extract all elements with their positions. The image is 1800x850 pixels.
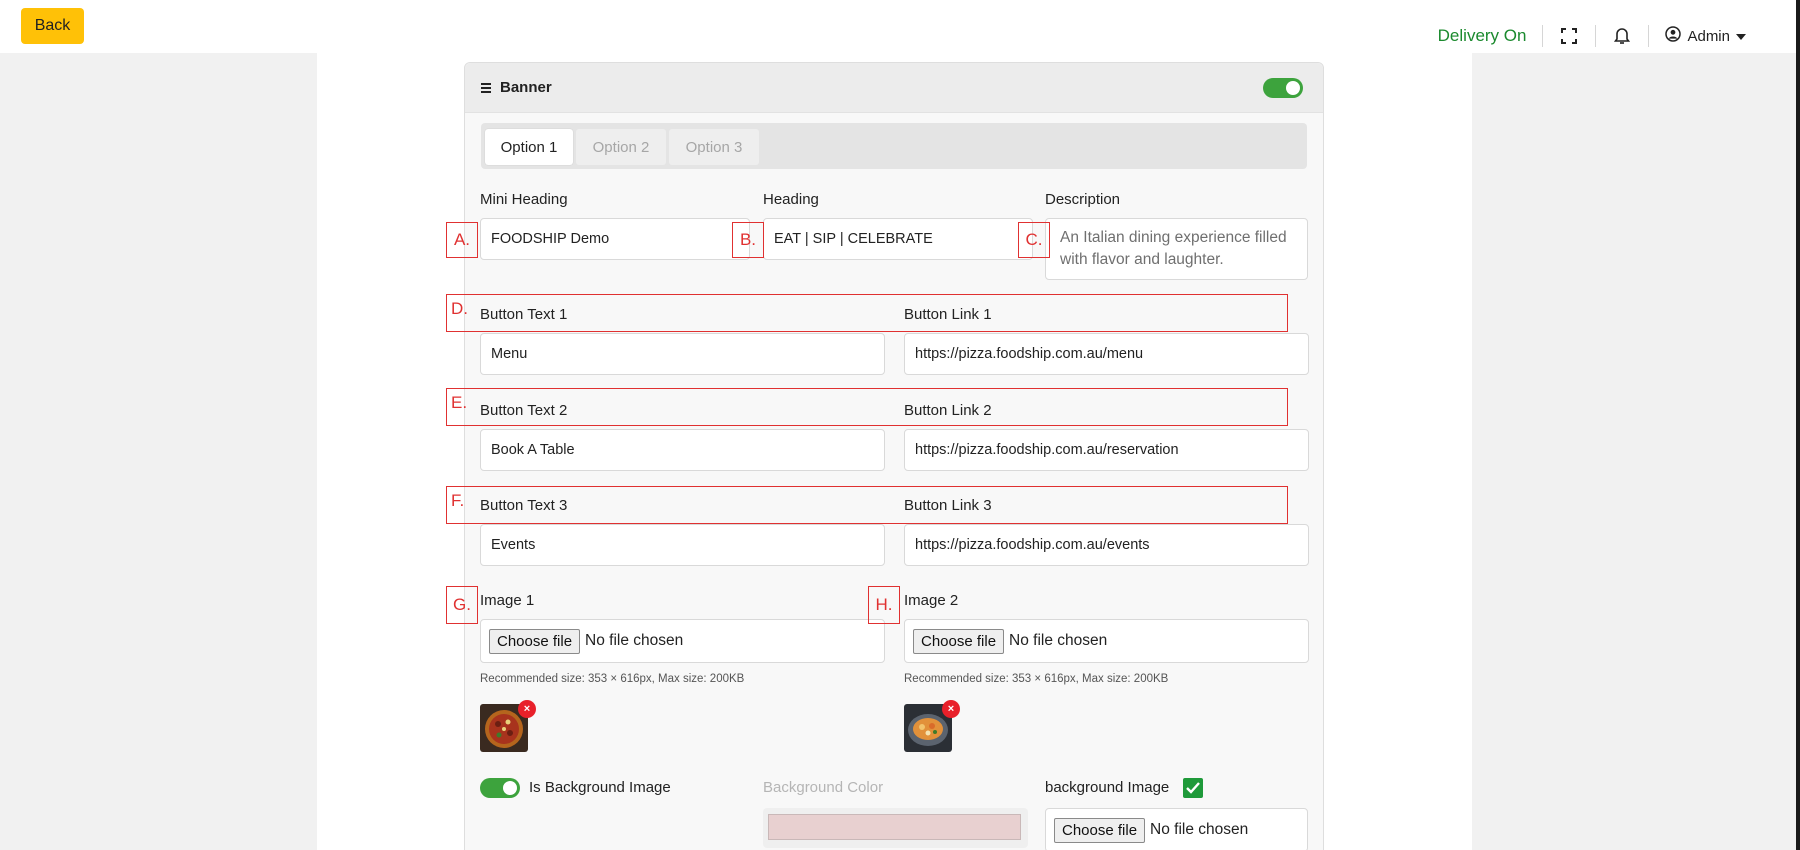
background-image-file-input[interactable]: Choose file No file chosen xyxy=(1045,808,1308,850)
background-image-status: No file chosen xyxy=(1150,821,1249,838)
background-image-label: background Image xyxy=(1045,779,1170,796)
annotation-g: G. xyxy=(446,586,478,624)
image-2-label: Image 2 xyxy=(904,592,959,609)
option-tabs: Option 1 Option 2 Option 3 xyxy=(481,123,1307,169)
image-1-choose-button[interactable]: Choose file xyxy=(489,628,581,654)
menu-icon xyxy=(481,81,491,95)
delivery-status[interactable]: Delivery On xyxy=(1438,26,1527,46)
image-1-file-input[interactable]: Choose file No file chosen xyxy=(480,619,885,663)
top-nav: Delivery On Admin xyxy=(1438,24,1746,48)
heading-input[interactable]: EAT | SIP | CELEBRATE xyxy=(763,218,1033,260)
image-2-remove-button[interactable]: × xyxy=(942,700,960,718)
banner-enable-toggle[interactable] xyxy=(1263,78,1303,98)
is-background-image-label: Is Background Image xyxy=(529,779,671,796)
window-edge xyxy=(1796,0,1800,850)
divider xyxy=(1648,25,1650,47)
mini-heading-input[interactable]: FOODSHIP Demo xyxy=(480,218,750,260)
background-color-field xyxy=(763,808,1028,848)
button-link-3-input[interactable]: https://pizza.foodship.com.au/events xyxy=(904,524,1309,566)
button-link-2-input[interactable]: https://pizza.foodship.com.au/reservatio… xyxy=(904,429,1309,471)
bell-icon[interactable] xyxy=(1612,26,1632,46)
divider xyxy=(1595,25,1597,47)
annotation-b: B. xyxy=(732,222,764,258)
card-title: Banner xyxy=(481,79,552,96)
button-link-1-input[interactable]: https://pizza.foodship.com.au/menu xyxy=(904,333,1309,375)
tab-option-2[interactable]: Option 2 xyxy=(576,129,666,165)
admin-label: Admin xyxy=(1687,27,1730,45)
image-1-hint: Recommended size: 353 × 616px, Max size:… xyxy=(480,673,745,685)
mini-heading-label: Mini Heading xyxy=(480,191,568,208)
annotation-f-box: F. xyxy=(446,486,1288,524)
button-text-2-input[interactable]: Book A Table xyxy=(480,429,885,471)
description-textarea[interactable]: An Italian dining experience filled with… xyxy=(1045,218,1308,280)
annotation-e-box: E. xyxy=(446,388,1288,426)
user-circle-icon xyxy=(1665,26,1682,46)
caret-down-icon xyxy=(1736,28,1746,45)
left-panel xyxy=(0,53,317,850)
button-text-3-input[interactable]: Events xyxy=(480,524,885,566)
annotation-h: H. xyxy=(868,586,900,624)
right-panel xyxy=(1472,53,1800,850)
annotation-c: C. xyxy=(1018,222,1050,258)
annotation-e: E. xyxy=(451,393,468,412)
back-button[interactable]: Back xyxy=(21,8,84,44)
background-image-choose-button[interactable]: Choose file xyxy=(1054,817,1146,843)
is-background-image-toggle[interactable] xyxy=(480,778,520,798)
image-2-file-input[interactable]: Choose file No file chosen xyxy=(904,619,1309,663)
image-1-remove-button[interactable]: × xyxy=(518,700,536,718)
page: Back Delivery On Admin Banner Option 1 O… xyxy=(0,0,1800,850)
image-2-status: No file chosen xyxy=(1009,632,1108,649)
background-image-checkbox[interactable] xyxy=(1183,778,1203,798)
annotation-f: F. xyxy=(451,491,465,510)
background-color-label: Background Color xyxy=(763,779,884,796)
image-1-label: Image 1 xyxy=(480,592,535,609)
divider xyxy=(1542,25,1544,47)
fullscreen-icon[interactable] xyxy=(1559,26,1579,46)
annotation-d-box: D. xyxy=(446,294,1288,332)
banner-card: Banner Option 1 Option 2 Option 3 Mini H… xyxy=(464,62,1324,850)
admin-menu[interactable]: Admin xyxy=(1665,26,1746,46)
heading-label: Heading xyxy=(763,191,819,208)
image-2-choose-button[interactable]: Choose file xyxy=(913,628,1005,654)
image-2-hint: Recommended size: 353 × 616px, Max size:… xyxy=(904,673,1169,685)
description-label: Description xyxy=(1045,191,1121,208)
card-title-text: Banner xyxy=(500,79,552,96)
annotation-a: A. xyxy=(446,222,478,258)
tab-option-1[interactable]: Option 1 xyxy=(485,129,573,165)
image-1-status: No file chosen xyxy=(585,632,684,649)
card-header: Banner xyxy=(465,63,1323,113)
tab-option-3[interactable]: Option 3 xyxy=(669,129,759,165)
background-color-swatch[interactable] xyxy=(768,814,1021,840)
button-text-1-input[interactable]: Menu xyxy=(480,333,885,375)
annotation-d: D. xyxy=(451,299,468,318)
